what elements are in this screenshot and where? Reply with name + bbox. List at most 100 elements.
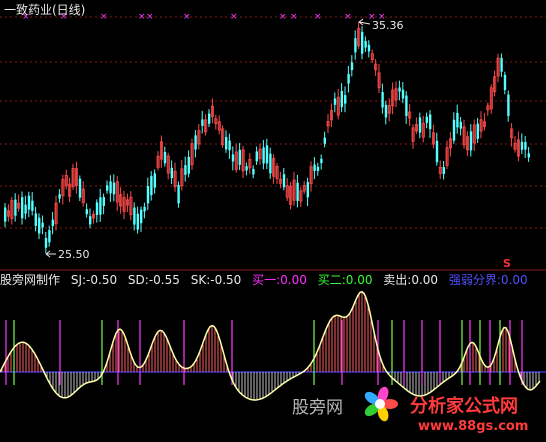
candle-body (255, 151, 258, 162)
candle-body (41, 222, 44, 228)
candle-body (435, 140, 439, 163)
sell-signal-marker: S (503, 257, 511, 270)
sell-value: 卖出:0.00 (383, 273, 439, 287)
candle-body (99, 197, 102, 215)
candle-body (225, 137, 228, 150)
marker-x-icon: × (138, 12, 146, 22)
candle-body (51, 219, 54, 227)
candle-body (350, 62, 354, 71)
candle-body (527, 153, 530, 158)
candle-body (34, 213, 37, 226)
marker-x-icon: × (314, 12, 322, 22)
candle-body (187, 156, 190, 174)
candle-body (320, 158, 323, 164)
candle-body (333, 98, 337, 105)
site-url: www.88gs.com (418, 419, 529, 434)
candle-body (146, 186, 150, 204)
indicator-legend: 股旁网制作 SJ:-0.50 SD:-0.55 SK:-0.50 买一:0.00… (0, 271, 546, 287)
price-low-label: 25.50 (58, 248, 90, 261)
candle-body (85, 209, 88, 215)
candle-body (398, 87, 401, 92)
marker-x-icon: × (230, 12, 238, 22)
candle-body (31, 200, 34, 211)
candle-body (238, 149, 241, 165)
candle-body (500, 57, 503, 72)
low-arrow-icon (45, 250, 56, 258)
marker-x-icon: × (290, 12, 298, 22)
candle-body (48, 230, 51, 243)
candle-body (269, 153, 272, 174)
candle-body (364, 40, 367, 48)
candle-body (140, 209, 143, 224)
candle-body (282, 174, 286, 188)
candle-body (245, 166, 248, 171)
candle-body (503, 74, 507, 90)
window-title: 一致药业(日线) (4, 3, 86, 17)
candle-body (367, 44, 371, 52)
oscillator-pane (0, 290, 546, 401)
candle-body (306, 182, 309, 198)
candle-body (21, 197, 24, 219)
candle-body (384, 104, 388, 118)
candle-body (95, 202, 99, 216)
sd-value: SD:-0.55 (127, 273, 180, 287)
candle-body (177, 184, 180, 204)
candle-body (133, 207, 136, 225)
candle-body (469, 131, 473, 151)
candle-body (38, 217, 41, 234)
candle-body (24, 204, 27, 214)
candle-body (102, 197, 105, 206)
candle-body (14, 199, 17, 216)
candle-body (425, 116, 428, 123)
candle-body (153, 173, 156, 188)
candle-body (136, 213, 139, 230)
candle-body (340, 90, 343, 108)
candle-body (429, 114, 432, 130)
candle-body (296, 182, 299, 201)
buy1-value: 买一:0.00 (252, 273, 307, 287)
candle-body (452, 119, 456, 141)
candle-body (143, 206, 146, 212)
candle-body (44, 237, 48, 248)
flower-logo-icon (364, 386, 398, 422)
candle-body (354, 38, 357, 53)
candle-body (201, 119, 204, 126)
price-high-label: 35.36 (372, 19, 404, 32)
marker-x-icon: × (183, 12, 191, 22)
candle-body (265, 145, 269, 164)
candle-body (106, 185, 109, 191)
candle-body (361, 31, 364, 54)
candlestick-series (4, 21, 530, 254)
kline-chart[interactable]: × × × × × × × × × × × × × 35.36 25.50 S (0, 0, 546, 442)
candle-body (442, 167, 445, 175)
watermark-text: 股旁网 (292, 398, 343, 418)
sk-value: SK:-0.50 (190, 273, 242, 287)
candle-body (520, 141, 524, 150)
candle-body (347, 73, 350, 84)
candle-body (381, 92, 384, 108)
candle-body (89, 216, 92, 225)
logo-center (375, 399, 385, 409)
candle-body (4, 207, 7, 222)
candle-body (109, 181, 112, 194)
candle-body (313, 164, 316, 171)
marker-x-icon: × (344, 12, 352, 22)
candle-body (112, 182, 116, 195)
sj-value: SJ:-0.50 (70, 273, 118, 287)
candle-body (150, 176, 153, 196)
candle-body (459, 121, 462, 129)
candle-body (252, 168, 255, 175)
strong-value: 强弱分界:0.00 (448, 273, 528, 287)
candle-body (476, 123, 479, 139)
candle-body (184, 165, 187, 175)
candle-body (58, 194, 61, 199)
buy2-value: 买二:0.00 (317, 273, 373, 287)
candle-body (78, 178, 82, 198)
candle-body (228, 140, 231, 151)
candle-body (344, 95, 347, 104)
candle-body (405, 95, 408, 117)
candle-body (170, 167, 173, 179)
candle-body (27, 195, 31, 210)
candle-body (208, 113, 211, 124)
candle-body (163, 152, 167, 164)
